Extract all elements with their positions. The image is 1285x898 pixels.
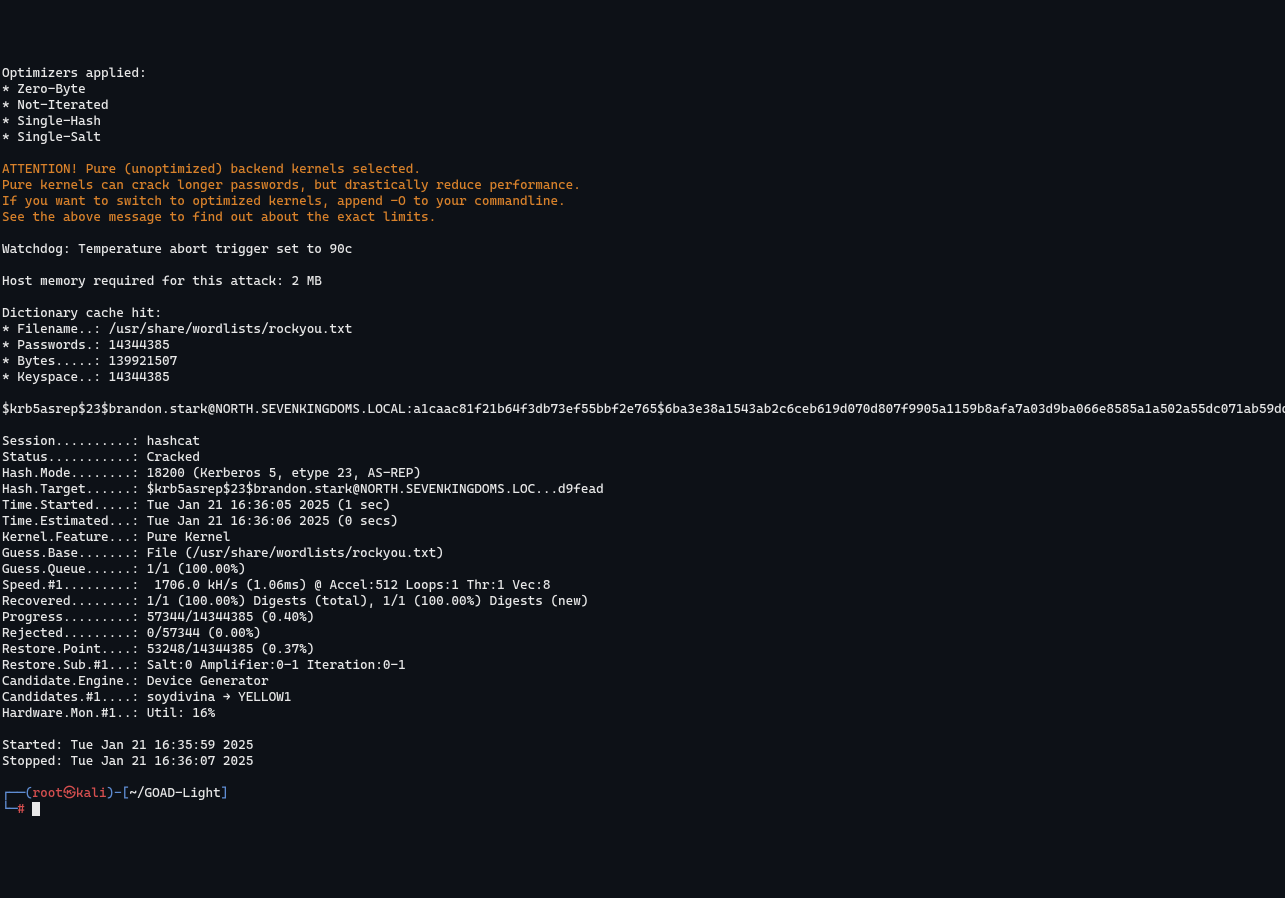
optimizer-item: * Zero-Byte [2, 82, 86, 97]
prompt-corner-icon: └─ [2, 802, 17, 817]
dictcache-passwords: * Passwords.: 14344385 [2, 338, 170, 353]
optimizer-item: * Single-Salt [2, 130, 101, 145]
skull-icon: ㉿ [63, 786, 76, 801]
optimizer-item: * Single-Hash [2, 114, 101, 129]
cracked-hash-line: $krb5asrep$23$brandon.stark@NORTH.SEVENK… [2, 402, 1285, 417]
dictcache-keyspace: * Keyspace..: 14344385 [2, 370, 170, 385]
attention-line: If you want to switch to optimized kerne… [2, 194, 566, 209]
dictcache-header: Dictionary cache hit: [2, 306, 162, 321]
prompt-corner-icon: ┌── [2, 786, 25, 801]
watchdog-line: Watchdog: Temperature abort trigger set … [2, 242, 352, 257]
prompt-user: root [32, 786, 62, 801]
prompt-hash: # [17, 802, 25, 817]
optimizer-item: * Not-Iterated [2, 98, 109, 113]
status-timeest: Time.Estimated...: Tue Jan 21 16:36:06 2… [2, 514, 398, 529]
stopped-line: Stopped: Tue Jan 21 16:36:07 2025 [2, 754, 253, 769]
status-candidates: Candidates.#1....: soydivina → YELLOW1 [2, 690, 291, 705]
status-session: Session..........: hashcat [2, 434, 200, 449]
attention-line: ATTENTION! Pure (unoptimized) backend ke… [2, 162, 421, 177]
optimizers-header: Optimizers applied: [2, 66, 147, 81]
terminal-output: Optimizers applied: * Zero-Byte * Not-It… [2, 66, 1283, 818]
prompt-dash: - [114, 786, 122, 801]
status-guessqueue: Guess.Queue......: 1/1 (100.00%) [2, 562, 246, 577]
dictcache-bytes: * Bytes.....: 139921507 [2, 354, 177, 369]
prompt-paren: ) [106, 786, 114, 801]
prompt-line-2[interactable]: └─# [2, 802, 40, 817]
status-hwmon: Hardware.Mon.#1..: Util: 16% [2, 706, 215, 721]
status-status: Status...........: Cracked [2, 450, 200, 465]
status-recovered: Recovered........: 1/1 (100.00%) Digests… [2, 594, 589, 609]
status-rejected: Rejected.........: 0/57344 (0.00%) [2, 626, 261, 641]
prompt-bracket: ] [221, 786, 229, 801]
hostmem-line: Host memory required for this attack: 2 … [2, 274, 322, 289]
dictcache-filename: * Filename..: /usr/share/wordlists/rocky… [2, 322, 352, 337]
status-timestarted: Time.Started.....: Tue Jan 21 16:36:05 2… [2, 498, 390, 513]
status-kernel: Kernel.Feature...: Pure Kernel [2, 530, 231, 545]
status-candengine: Candidate.Engine.: Device Generator [2, 674, 269, 689]
status-restoresub: Restore.Sub.#1...: Salt:0 Amplifier:0-1 … [2, 658, 406, 673]
attention-line: Pure kernels can crack longer passwords,… [2, 178, 581, 193]
status-hashmode: Hash.Mode........: 18200 (Kerberos 5, et… [2, 466, 421, 481]
status-progress: Progress.........: 57344/14344385 (0.40%… [2, 610, 314, 625]
prompt-path: ~/GOAD-Light [129, 786, 220, 801]
prompt-line-1: ┌──(root㉿kali)-[~/GOAD-Light] [2, 786, 228, 801]
status-guessbase: Guess.Base.......: File (/usr/share/word… [2, 546, 444, 561]
attention-line: See the above message to find out about … [2, 210, 436, 225]
status-restorepoint: Restore.Point....: 53248/14344385 (0.37%… [2, 642, 314, 657]
started-line: Started: Tue Jan 21 16:35:59 2025 [2, 738, 253, 753]
cursor-icon [32, 802, 40, 816]
status-speed: Speed.#1.........: 1706.0 kH/s (1.06ms) … [2, 578, 550, 593]
prompt-host: kali [76, 786, 106, 801]
status-hashtarget: Hash.Target......: $krb5asrep$23$brandon… [2, 482, 604, 497]
